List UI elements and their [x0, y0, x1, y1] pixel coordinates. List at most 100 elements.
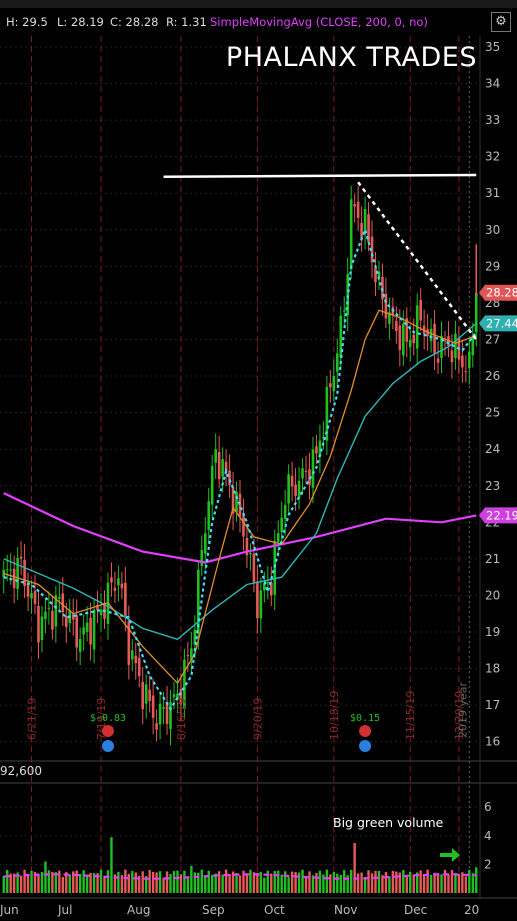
volume-bar: [228, 874, 231, 893]
volume-bar: [270, 873, 273, 893]
volume-bar: [44, 861, 47, 893]
candle-body: [124, 582, 127, 616]
candle-body: [280, 517, 283, 533]
candle-body: [9, 569, 12, 571]
y-tick-label: 30: [485, 223, 500, 237]
candle-body: [120, 583, 124, 589]
volume-bar: [457, 874, 461, 893]
candle-body: [144, 684, 148, 704]
volume-bar: [356, 873, 360, 893]
candle-body: [26, 584, 30, 597]
volume-bar: [426, 869, 429, 893]
volume-tick-label: 2: [484, 857, 492, 871]
volume-bar: [349, 869, 353, 893]
price-tag-label: 22.19: [486, 508, 517, 522]
chart-title: PHALANX TRADES: [225, 42, 477, 73]
volume-bar: [388, 876, 391, 893]
volume-bar: [339, 874, 342, 893]
candle-body: [47, 607, 51, 609]
y-tick-label: 19: [485, 625, 500, 639]
volume-bar: [162, 877, 165, 893]
x-axis-label: Dec: [404, 903, 427, 917]
volume-bar: [304, 876, 308, 893]
candle-body: [82, 627, 85, 635]
candle-body: [221, 459, 224, 477]
candle-body: [238, 493, 242, 517]
volume-bar: [37, 875, 40, 893]
volume-bar: [85, 876, 89, 893]
date-marker: 8/16/19: [175, 698, 188, 740]
date-marker: 10/18/19: [328, 691, 341, 740]
volume-bar: [221, 874, 224, 893]
volume-bar: [6, 869, 9, 893]
candle-body: [5, 569, 9, 571]
candle-body: [384, 293, 388, 319]
volume-bar: [200, 869, 203, 893]
volume-bar: [26, 873, 30, 893]
volume-bar: [422, 874, 426, 893]
y-tick-label: 26: [485, 369, 500, 383]
candle-body: [40, 616, 44, 641]
volume-bar: [283, 871, 287, 893]
candle-body: [37, 605, 40, 643]
candle-body: [44, 611, 47, 620]
x-axis-label: Jun: [0, 903, 19, 917]
candle-body: [290, 475, 294, 487]
volume-bar: [287, 877, 290, 893]
resistance-trendline: [163, 173, 477, 179]
volume-bar: [290, 871, 294, 893]
earnings-icon: [359, 725, 372, 737]
candle-body: [51, 610, 54, 630]
volume-bar: [277, 870, 280, 893]
volume-bar: [193, 872, 197, 893]
volume-bar: [391, 871, 395, 893]
candle-body: [474, 292, 478, 333]
volume-bar: [40, 871, 44, 893]
volume-bar: [315, 872, 318, 893]
candle-body: [200, 550, 204, 567]
y-tick-label: 25: [485, 406, 500, 420]
volume-bar: [89, 872, 92, 893]
chart-canvas: 1617181920212223242526272829303132333435…: [0, 36, 517, 917]
volume-bar: [204, 876, 207, 893]
candle-body: [207, 501, 211, 530]
candle-body: [148, 689, 151, 701]
y-tick-label: 35: [485, 40, 500, 54]
candle-body: [172, 694, 176, 698]
volume-bar: [9, 873, 12, 893]
y-tick-label: 24: [485, 442, 500, 456]
volume-bar: [454, 872, 457, 893]
candle-body: [158, 703, 162, 725]
volume-bar: [127, 873, 131, 893]
x-axis-label: Oct: [264, 903, 285, 917]
candle-body: [353, 204, 356, 207]
volume-bar: [106, 870, 110, 893]
candle-body: [92, 609, 96, 650]
volume-tick-label: 6: [484, 800, 492, 814]
volume-bar: [68, 874, 71, 893]
candle-body: [228, 470, 231, 486]
y-tick-label: 21: [485, 552, 500, 566]
volume-bar: [165, 871, 169, 893]
candle-body: [436, 358, 440, 363]
candle-body: [151, 695, 155, 718]
candle-body: [214, 449, 217, 463]
x-axis-label: Sep: [202, 903, 225, 917]
candle-body: [471, 335, 475, 356]
candle-body: [61, 593, 65, 613]
volume-bar: [429, 874, 433, 893]
candle-body: [408, 340, 412, 348]
volume-bar: [82, 870, 85, 893]
candle-body: [464, 371, 468, 373]
volume-bar: [103, 875, 106, 893]
x-axis-label: Nov: [334, 903, 357, 917]
candle-body: [165, 702, 169, 724]
volume-bar: [353, 842, 356, 893]
candle-body: [374, 267, 377, 283]
y-tick-label: 27: [485, 332, 500, 346]
volume-bar: [183, 870, 186, 893]
volume-bar: [78, 873, 82, 893]
candle-body: [297, 480, 301, 499]
earnings-info-icon: [101, 740, 114, 752]
candle-body: [349, 199, 353, 270]
